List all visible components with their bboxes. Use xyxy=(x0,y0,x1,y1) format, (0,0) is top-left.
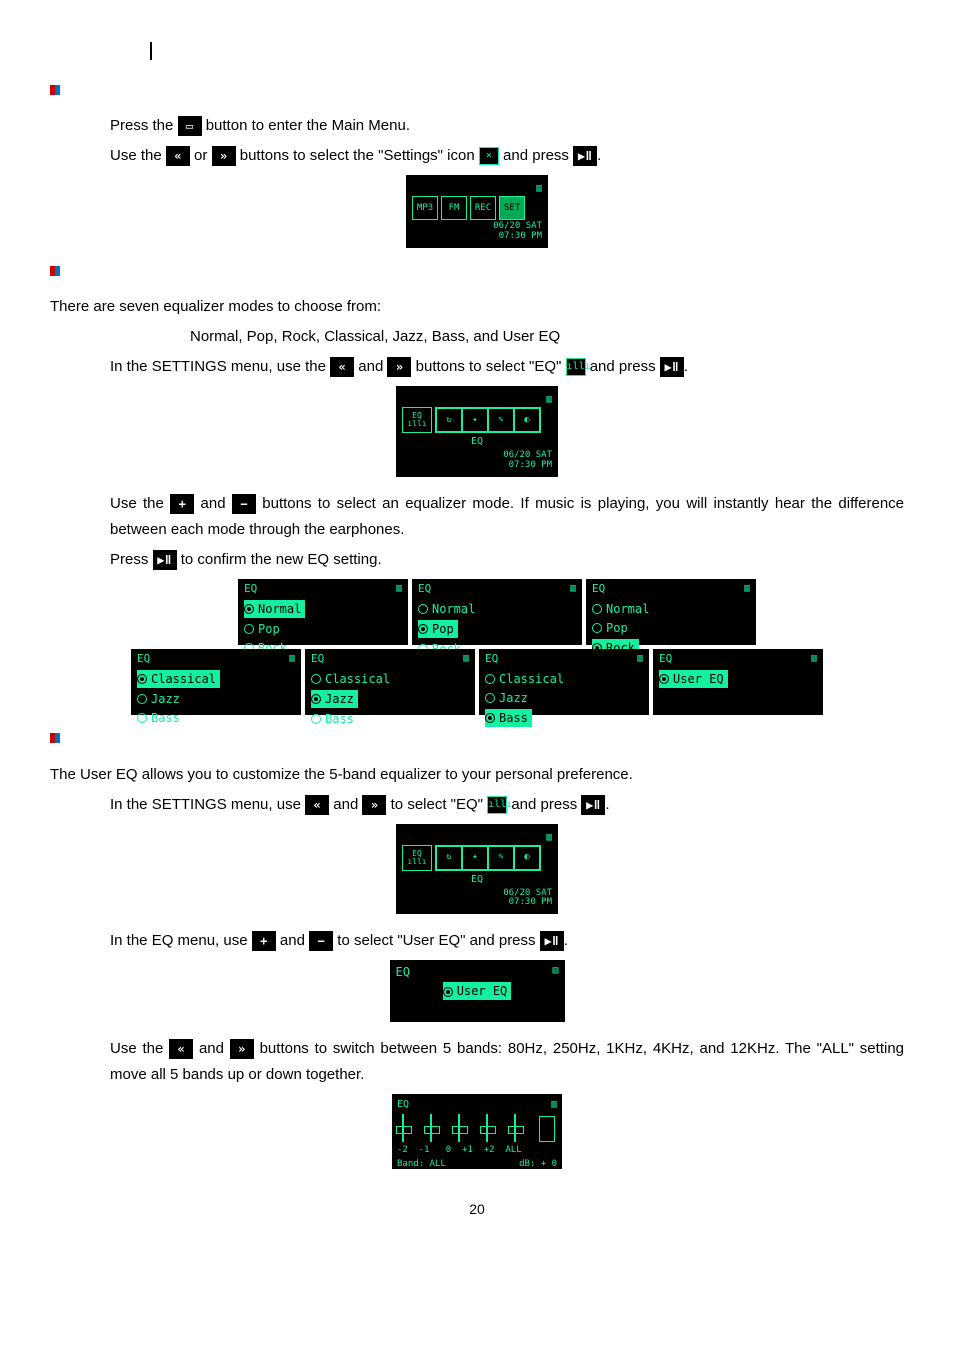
plus-button-icon: + xyxy=(170,494,194,514)
plus-button-icon: + xyxy=(252,931,276,951)
s1-line2: Use the « or » buttons to select the "Se… xyxy=(110,143,904,169)
eq-screen-rock: EQ▥ Normal Pop Rock xyxy=(586,579,756,645)
screenshot-settings-eq-2: ▥ EQıllı ↻ ✦ ✎ ◐ EQ 06/20 SAT07:30 PM xyxy=(396,824,558,915)
eq-icon: ıllı xyxy=(566,358,586,376)
minus-button-icon: − xyxy=(309,931,333,951)
tile-set: SET xyxy=(499,196,525,220)
eq-tile: EQıllı xyxy=(402,407,432,433)
eq-screenshots-grid: EQ▥ Normal Pop Rock EQ▥ Normal Pop Rock … xyxy=(50,579,904,715)
tile-rec: REC xyxy=(470,196,496,220)
text-cursor xyxy=(150,42,152,60)
s2-l2: Use the + and − buttons to select an equ… xyxy=(110,491,904,543)
s2-modes: Normal, Pop, Rock, Classical, Jazz, Bass… xyxy=(190,324,904,350)
section-2-heading xyxy=(50,262,904,285)
prev-button-icon: « xyxy=(166,146,190,166)
play-button-icon: ▶ǁ xyxy=(573,146,597,166)
eq-screen-jazz: EQ▥ Classical Jazz Bass xyxy=(305,649,475,715)
s2-l1: In the SETTINGS menu, use the « and » bu… xyxy=(110,354,904,380)
eq-screen-classical: EQ▥ Classical Jazz Bass xyxy=(131,649,301,715)
s3-intro: The User EQ allows you to customize the … xyxy=(50,762,904,788)
section-3-heading xyxy=(50,729,904,752)
eq-screen-pop: EQ▥ Normal Pop Rock xyxy=(412,579,582,645)
s2-intro: There are seven equalizer modes to choos… xyxy=(50,294,904,320)
play-button-icon: ▶ǁ xyxy=(660,357,684,377)
play-button-icon: ▶ǁ xyxy=(153,550,177,570)
eq-screen-normal: EQ▥ Normal Pop Rock xyxy=(238,579,408,645)
bullet-icon xyxy=(50,85,60,95)
s1-line1: Press the ▭ button to enter the Main Men… xyxy=(110,113,904,139)
screenshot-band-eq: EQ▥ -2 -1 0 +1 +2 ALL Band: ALLdB: + 0 xyxy=(392,1094,562,1169)
tile-fm: FM xyxy=(441,196,467,220)
next-button-icon: » xyxy=(212,146,236,166)
next-button-icon: » xyxy=(362,795,386,815)
prev-button-icon: « xyxy=(330,357,354,377)
s3-l3: Use the « and » buttons to switch betwee… xyxy=(110,1036,904,1088)
bullet-icon xyxy=(50,733,60,743)
tile-mp3: MP3 xyxy=(412,196,438,220)
eq-screen-usereq: EQ▥ User EQ xyxy=(653,649,823,715)
eq-tile: EQıllı xyxy=(402,845,432,871)
s2-l3: Press ▶ǁ to confirm the new EQ setting. xyxy=(110,547,904,573)
eq-icon: ıllı xyxy=(487,796,507,814)
prev-button-icon: « xyxy=(305,795,329,815)
next-button-icon: » xyxy=(230,1039,254,1059)
menu-button-icon: ▭ xyxy=(178,116,202,136)
screenshot-usereq-select: EQ▥ User EQ xyxy=(390,960,565,1022)
bullet-icon xyxy=(50,266,60,276)
next-button-icon: » xyxy=(387,357,411,377)
section-1-heading xyxy=(50,81,904,104)
prev-button-icon: « xyxy=(169,1039,193,1059)
s3-l2: In the EQ menu, use + and − to select "U… xyxy=(110,928,904,954)
eq-screen-bass: EQ▥ Classical Jazz Bass xyxy=(479,649,649,715)
play-button-icon: ▶ǁ xyxy=(540,931,564,951)
page-number: 20 xyxy=(50,1199,904,1220)
settings-icon: ✕ xyxy=(479,147,499,165)
play-button-icon: ▶ǁ xyxy=(581,795,605,815)
screenshot-main-menu: ▥ MP3 FM REC SET 06/20 SAT07:30 PM xyxy=(406,175,548,248)
minus-button-icon: − xyxy=(232,494,256,514)
s3-l1: In the SETTINGS menu, use « and » to sel… xyxy=(110,792,904,818)
screenshot-settings-eq: ▥ EQıllı ↻ ✦ ✎ ◐ EQ 06/20 SAT07:30 PM xyxy=(396,386,558,477)
